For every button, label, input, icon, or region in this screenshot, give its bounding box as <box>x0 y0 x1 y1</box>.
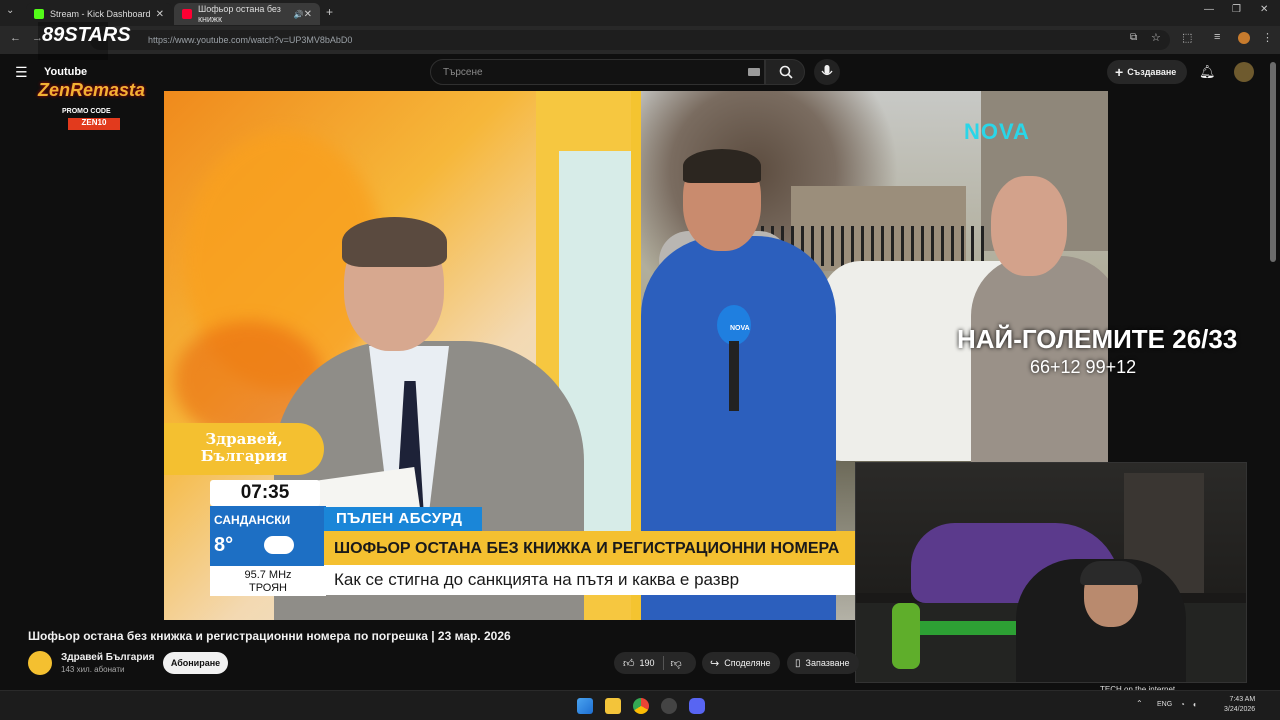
radio-frequency: 95.7 MHz <box>244 569 292 581</box>
close-icon[interactable]: ✕ <box>156 9 164 20</box>
kick-icon <box>34 9 44 19</box>
tab-youtube-video[interactable]: Шофьор остана без книжк 🔊 ✕ <box>174 3 320 25</box>
channel-avatar[interactable] <box>28 651 52 675</box>
obs-icon[interactable] <box>661 698 677 714</box>
address-bar: ← → https://www.youtube.com/watch?v=UP3M… <box>0 26 1280 54</box>
nova-logo: NOVA <box>964 119 1030 144</box>
share-label: Споделяне <box>724 658 771 668</box>
language-indicator[interactable]: ENG <box>1157 701 1172 708</box>
hamburger-menu-icon[interactable]: ☰ <box>15 64 28 81</box>
search-input[interactable]: Търсене <box>430 59 765 85</box>
bookmark-icon: ▯ <box>795 657 801 669</box>
weather-city: САНДАНСКИ <box>214 513 291 527</box>
radio-city: ТРОЯН <box>248 582 288 594</box>
tab-label: Шофьор остана без книжк <box>198 4 281 24</box>
minimize-icon[interactable]: — <box>1204 4 1214 15</box>
weather-box: САНДАНСКИ 8° <box>210 506 326 566</box>
search-icon <box>779 65 793 79</box>
profile-avatar[interactable] <box>1238 32 1250 44</box>
stars-logo: 89STARS <box>42 24 131 46</box>
account-avatar[interactable] <box>1234 62 1254 82</box>
streamer-cap <box>1080 561 1142 585</box>
mic-nova-label: NOVA <box>730 325 750 332</box>
page-scrollbar[interactable] <box>1270 62 1276 262</box>
voice-search-button[interactable] <box>814 59 840 85</box>
share-icon: ↪ <box>710 657 720 670</box>
save-button[interactable]: ▯ Запазване <box>787 652 859 674</box>
channel-name[interactable]: Здравей България <box>61 652 154 663</box>
like-count: 190 <box>639 658 655 668</box>
overlay-big-text: НАЙ-ГОЛЕМИТЕ 26/33 <box>957 324 1238 354</box>
wifi-icon[interactable]: ◔ <box>1180 700 1185 709</box>
radio-box: 95.7 MHz ТРОЯН <box>210 566 326 596</box>
anchor-hair <box>342 217 447 267</box>
windows-start-icon[interactable] <box>577 698 593 714</box>
url-text: https://www.youtube.com/watch?v=UP3MV8bA… <box>148 35 353 45</box>
plus-icon: + <box>1115 64 1124 80</box>
overlay-small-text: 66+12 99+12 <box>1030 357 1137 377</box>
extensions-icon[interactable]: ⬚ <box>1182 31 1192 44</box>
new-tab-icon[interactable]: + <box>326 5 333 19</box>
zenremasta-logo: ZenRemasta <box>38 80 146 100</box>
create-label: Създаване <box>1127 67 1177 77</box>
drink-bottle <box>892 603 920 669</box>
subscriber-count: 143 хил. абонати <box>61 665 125 674</box>
tab-search-icon[interactable]: ⌄ <box>6 5 14 16</box>
system-clock[interactable]: 7:43 AM 3/24/2026 <box>1224 695 1255 715</box>
youtube-icon <box>182 9 192 19</box>
like-dislike-bar: 👍︎ 190 👎︎ <box>614 652 696 674</box>
url-field[interactable]: https://www.youtube.com/watch?v=UP3MV8bA… <box>90 30 1170 50</box>
weather-temperature: 8° <box>214 534 234 556</box>
window-close-icon[interactable]: ✕ <box>1260 4 1268 15</box>
clock-date: 3/24/2026 <box>1224 706 1256 713</box>
search-placeholder: Търсене <box>443 67 483 78</box>
youtube-header: ☰ Търсене + Създаване 🔔︎ <box>0 54 1280 90</box>
notifications-bell-icon[interactable]: 🔔︎ <box>1199 64 1216 80</box>
back-icon[interactable]: ← <box>10 32 21 44</box>
share-button[interactable]: ↪ Споделяне <box>702 652 780 674</box>
subscribe-button[interactable]: Абониране <box>163 652 228 674</box>
close-icon[interactable]: ✕ <box>304 9 312 20</box>
like-icon[interactable]: 👍︎ <box>623 657 635 670</box>
promo-code-badge: ZEN10 <box>68 118 120 130</box>
tab-label: Stream - Kick Dashboard <box>50 9 151 19</box>
streamer-webcam <box>855 462 1247 683</box>
show-logo-line2: България <box>200 447 288 465</box>
youtube-brand-label: Youtube <box>44 66 88 78</box>
more-menu-icon[interactable]: ⋮ <box>1262 31 1273 44</box>
story-tag: ПЪЛЕН АБСУРД <box>324 507 482 531</box>
video-title: Шофьор остана без книжка и регистрационн… <box>28 629 511 643</box>
divider <box>662 656 664 670</box>
reporter-hair <box>683 149 761 183</box>
keyboard-icon[interactable] <box>748 68 760 76</box>
browser-tab-bar: ⌄ Stream - Kick Dashboard ✕ Шофьор остан… <box>0 0 1280 26</box>
speaker-icon[interactable]: 🔊 <box>294 10 304 19</box>
chrome-icon[interactable] <box>633 698 649 714</box>
windows-taskbar: ⌃ ENG ◔ ◖ 7:43 AM 3/24/2026 <box>0 690 1280 720</box>
dislike-icon[interactable]: 👎︎ <box>671 657 682 670</box>
save-label: Запазване <box>805 658 850 668</box>
bookmark-star-icon[interactable]: ☆ <box>1151 31 1161 44</box>
promo-label: PROMO CODE <box>62 108 111 115</box>
media-control-icon[interactable]: ≡ <box>1214 31 1220 43</box>
broadcast-clock: 07:35 <box>210 480 320 506</box>
create-button[interactable]: + Създаване <box>1107 60 1187 84</box>
cloud-icon <box>264 536 294 554</box>
clock-time: 7:43 AM <box>1229 696 1256 703</box>
guest-head <box>991 176 1067 276</box>
show-logo-line1: Здравей, <box>205 430 283 448</box>
search-button[interactable] <box>765 59 805 85</box>
install-icon[interactable]: ⧉ <box>1130 32 1137 43</box>
tray-arrow-icon[interactable]: ⌃ <box>1136 699 1143 708</box>
show-logo: Здравей, България <box>164 423 324 475</box>
file-explorer-icon[interactable] <box>605 698 621 714</box>
maximize-icon[interactable]: ❐ <box>1232 4 1241 15</box>
volume-icon[interactable]: ◖ <box>1192 700 1197 709</box>
microphone-icon <box>821 65 833 76</box>
microphone-handle <box>729 341 739 411</box>
discord-icon[interactable] <box>689 698 705 714</box>
